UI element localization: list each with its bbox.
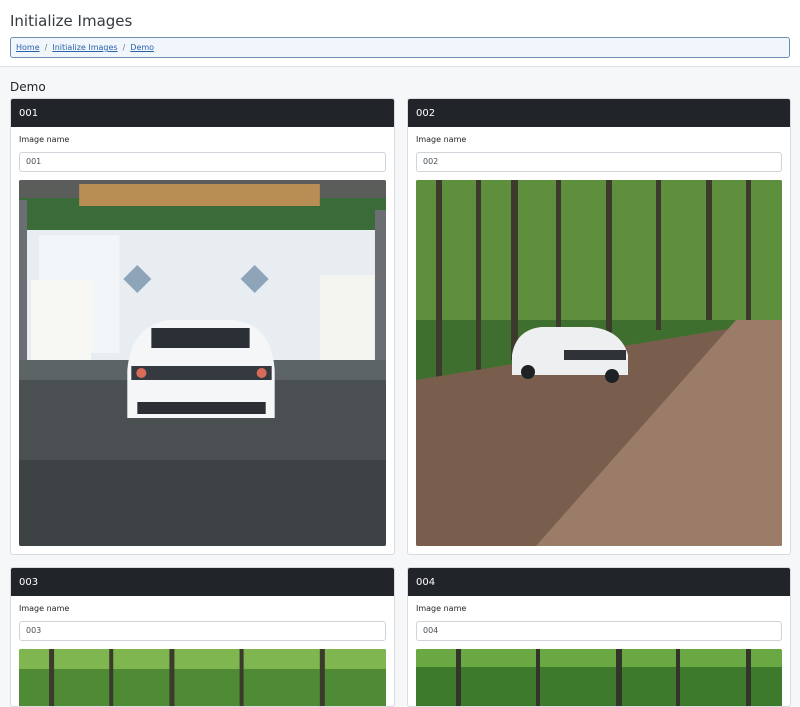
image-card: 001 Image name	[10, 98, 395, 555]
breadcrumb-separator: /	[123, 43, 126, 52]
page-header: Initialize Images Home / Initialize Imag…	[0, 0, 800, 67]
image-card: 004 Image name	[407, 567, 791, 707]
image-card: 003 Image name	[10, 567, 395, 707]
image-name-input[interactable]	[416, 152, 782, 172]
image-name-label: Image name	[416, 604, 782, 613]
car-wash-photo	[19, 180, 386, 546]
card-header: 002	[408, 99, 790, 127]
breadcrumb-demo-link[interactable]: Demo	[130, 43, 154, 52]
image-name-label: Image name	[19, 604, 386, 613]
image-name-label: Image name	[19, 135, 386, 144]
card-header: 001	[11, 99, 394, 127]
forest-photo	[19, 649, 386, 707]
page-title: Initialize Images	[10, 12, 790, 30]
image-name-input[interactable]	[19, 152, 386, 172]
forest-photo	[416, 649, 782, 707]
breadcrumb-initialize-images-link[interactable]: Initialize Images	[52, 43, 117, 52]
forest-road-photo	[416, 180, 782, 546]
image-name-input[interactable]	[416, 621, 782, 641]
image-name-label: Image name	[416, 135, 782, 144]
card-header: 003	[11, 568, 394, 596]
card-header: 004	[408, 568, 790, 596]
breadcrumb-separator: /	[45, 43, 48, 52]
section-title: Demo	[10, 80, 46, 94]
image-name-input[interactable]	[19, 621, 386, 641]
image-card: 002 Image name	[407, 98, 791, 555]
breadcrumb: Home / Initialize Images / Demo	[10, 37, 790, 58]
breadcrumb-home-link[interactable]: Home	[16, 43, 40, 52]
